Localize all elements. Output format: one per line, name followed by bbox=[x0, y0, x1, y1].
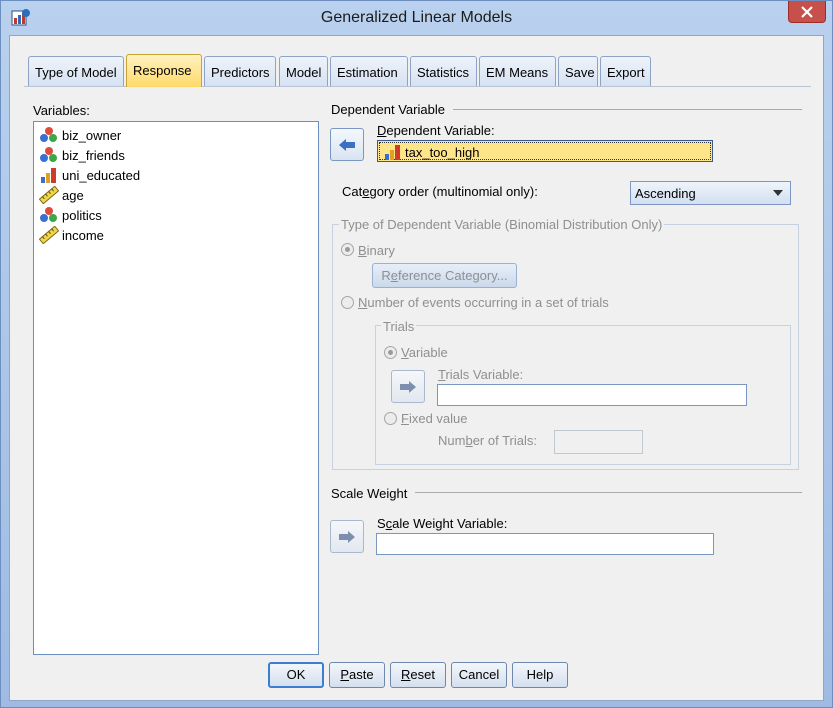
close-button[interactable] bbox=[788, 1, 826, 23]
reset-button[interactable]: Reset bbox=[390, 662, 446, 688]
arrow-left-icon bbox=[339, 138, 355, 151]
reference-category-button[interactable]: Reference Category... bbox=[372, 263, 517, 288]
tab-type-of-model[interactable]: Type of Model bbox=[28, 56, 124, 86]
variable-name: income bbox=[62, 227, 104, 243]
trials-variable-field[interactable] bbox=[437, 384, 747, 406]
number-of-trials-field[interactable] bbox=[554, 430, 643, 454]
events-trials-radio[interactable] bbox=[341, 296, 354, 309]
tab-model[interactable]: Model bbox=[279, 56, 328, 86]
tab-response[interactable]: Response bbox=[126, 54, 202, 87]
binary-label: Binary bbox=[358, 243, 395, 258]
dependent-group-title: Dependent Variable bbox=[331, 102, 453, 117]
window-title: Generalized Linear Models bbox=[320, 9, 513, 26]
variable-name: age bbox=[62, 187, 84, 203]
title-bar: Generalized Linear Models bbox=[1, 1, 832, 35]
move-to-trials-button[interactable] bbox=[391, 370, 425, 403]
binary-radio[interactable] bbox=[341, 243, 354, 256]
dialog-window: Generalized Linear Models Type of Model … bbox=[0, 0, 833, 708]
chevron-down-icon bbox=[773, 190, 783, 196]
variable-name: biz_owner bbox=[62, 127, 122, 143]
scale-weight-label: Scale Weight Variable: bbox=[377, 516, 508, 531]
type-group-title: Type of Dependent Variable (Binomial Dis… bbox=[339, 217, 665, 232]
scale-weight-group-title: Scale Weight bbox=[331, 486, 416, 501]
cancel-button[interactable]: Cancel bbox=[451, 662, 507, 688]
nominal-icon bbox=[40, 207, 57, 222]
number-of-trials-label: Number of Trials: bbox=[438, 433, 537, 448]
variables-label: Variables: bbox=[33, 103, 90, 118]
tab-predictors[interactable]: Predictors bbox=[204, 56, 276, 86]
variable-name: uni_educated bbox=[62, 167, 141, 183]
variable-name: biz_friends bbox=[62, 147, 125, 163]
tab-export[interactable]: Export bbox=[600, 56, 651, 86]
tab-estimation[interactable]: Estimation bbox=[330, 56, 408, 86]
scale-weight-field[interactable] bbox=[376, 533, 714, 555]
nominal-icon bbox=[40, 127, 57, 142]
variable-name: politics bbox=[62, 207, 102, 223]
move-to-dependent-button[interactable] bbox=[330, 128, 364, 161]
tab-statistics[interactable]: Statistics bbox=[410, 56, 477, 86]
list-item[interactable]: politics bbox=[39, 205, 102, 225]
variable-radio-label: Variable bbox=[401, 345, 448, 360]
ordinal-icon bbox=[385, 145, 400, 160]
scale-icon bbox=[39, 226, 59, 244]
list-item[interactable]: uni_educated bbox=[39, 165, 140, 185]
ordinal-icon bbox=[41, 168, 56, 183]
trials-variable-label: Trials Variable: bbox=[438, 367, 524, 382]
arrow-right-icon bbox=[339, 530, 355, 543]
trials-group-title: Trials bbox=[381, 319, 417, 334]
category-order-value: Ascending bbox=[635, 186, 696, 201]
category-order-select[interactable]: Ascending bbox=[630, 181, 791, 205]
close-icon bbox=[801, 5, 813, 18]
list-item[interactable]: biz_owner bbox=[39, 125, 121, 145]
scale-icon bbox=[39, 186, 59, 204]
list-item[interactable]: biz_friends bbox=[39, 145, 125, 165]
help-button[interactable]: Help bbox=[512, 662, 568, 688]
dialog-client: Type of Model Response Predictors Model … bbox=[9, 35, 824, 701]
variable-radio[interactable] bbox=[384, 346, 397, 359]
dependent-variable-value: tax_too_high bbox=[405, 144, 480, 160]
list-item[interactable]: income bbox=[39, 225, 104, 245]
fixed-value-label: Fixed value bbox=[401, 411, 468, 426]
arrow-right-icon bbox=[400, 380, 416, 393]
dependent-variable-field[interactable]: tax_too_high bbox=[377, 140, 713, 162]
nominal-icon bbox=[40, 147, 57, 162]
paste-button[interactable]: Paste bbox=[329, 662, 385, 688]
move-to-scale-weight-button[interactable] bbox=[330, 520, 364, 553]
list-item[interactable]: age bbox=[39, 185, 84, 205]
variables-list[interactable]: biz_owner biz_friends uni_educated age p… bbox=[33, 121, 319, 655]
tab-em-means[interactable]: EM Means bbox=[479, 56, 556, 86]
dependent-field-label: Dependent Variable: bbox=[377, 123, 495, 138]
category-order-label: Category order (multinomial only): bbox=[342, 184, 538, 199]
tab-save[interactable]: Save bbox=[558, 56, 598, 86]
ok-button[interactable]: OK bbox=[268, 662, 324, 688]
events-trials-label: Number of events occurring in a set of t… bbox=[358, 295, 609, 310]
fixed-value-radio[interactable] bbox=[384, 412, 397, 425]
